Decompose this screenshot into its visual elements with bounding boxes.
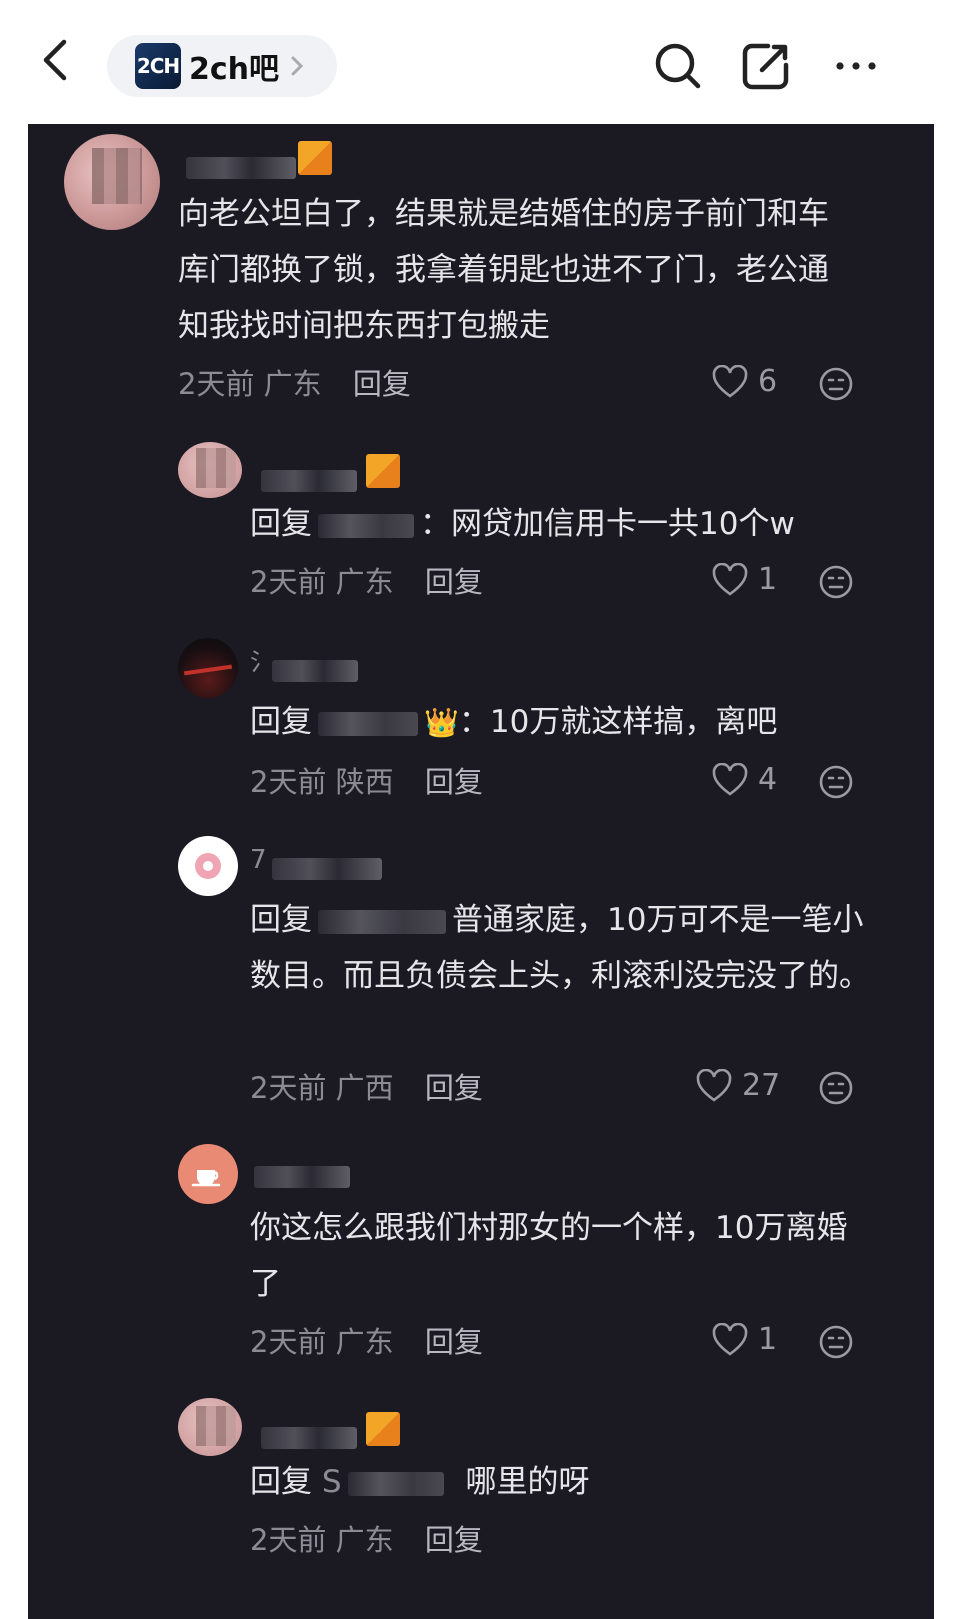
reply-target-blurred	[347, 1471, 444, 1496]
emoji-reaction-icon[interactable]	[818, 1324, 854, 1360]
reply-prefix: 回复	[250, 902, 312, 938]
coffee-cup-icon	[191, 1170, 221, 1187]
forum-name: 2ch吧	[189, 52, 280, 87]
username-blurred	[254, 1166, 350, 1188]
reply-target-initial: S	[321, 1464, 342, 1500]
reply-text: 回复 普通家庭，10万可不是一笔小数目。而且负债会上头，利滚利没完没了的。	[250, 892, 890, 1004]
more-icon[interactable]	[828, 38, 884, 94]
heart-icon	[712, 1322, 748, 1356]
like-count: 4	[758, 762, 778, 797]
reply-prefix: 回复	[250, 1464, 312, 1500]
heart-icon	[712, 562, 748, 596]
emoji-reaction-icon[interactable]	[818, 764, 854, 800]
reply-button[interactable]: 回复	[425, 1071, 483, 1105]
heart-icon	[696, 1068, 732, 1102]
forum-entry-button[interactable]: 2CH 2ch吧	[107, 35, 337, 97]
chevron-right-icon	[291, 56, 304, 76]
reply-button[interactable]: 回复	[425, 765, 483, 799]
level-badge	[298, 141, 332, 175]
crown-icon: 👑	[424, 706, 459, 739]
reply-body: ：网贷加信用卡一共10个w	[420, 506, 795, 542]
reply-text: 回复 👑：10万就这样搞，离吧	[250, 694, 890, 751]
avatar[interactable]	[178, 638, 238, 698]
comment-location: 广西	[335, 1071, 394, 1105]
username-initial: 氵	[250, 648, 274, 676]
top-bar: 2CH 2ch吧	[0, 0, 960, 124]
search-icon[interactable]	[650, 38, 706, 94]
like-button[interactable]: 4	[712, 762, 777, 797]
reply-body: ：10万就这样搞，离吧	[458, 704, 778, 740]
comment-meta: 2天前 陕西 回复	[250, 762, 483, 802]
like-count: 6	[758, 364, 778, 399]
comment-text: 向老公坦白了，结果就是结婚住的房子前门和车库门都换了锁，我拿着钥匙也进不了门，老…	[178, 196, 829, 344]
back-arrow-icon[interactable]	[30, 30, 82, 90]
emoji-reaction-icon[interactable]	[818, 564, 854, 600]
heart-icon	[712, 364, 748, 398]
username-initial: 7	[250, 845, 267, 875]
level-badge	[366, 454, 400, 488]
reply-text: 回复 S 哪里的呀	[250, 1454, 890, 1510]
reply-body: 哪里的呀	[465, 1464, 590, 1500]
avatar[interactable]	[178, 1398, 242, 1456]
level-badge	[366, 1412, 400, 1446]
comment-location: 广东	[335, 565, 394, 599]
like-button[interactable]: 1	[712, 1322, 777, 1357]
avatar[interactable]	[178, 1144, 238, 1204]
comment-time: 2天前	[250, 565, 327, 599]
emoji-reaction-icon[interactable]	[818, 366, 854, 402]
avatar[interactable]	[64, 134, 160, 230]
like-button[interactable]: 27	[696, 1068, 780, 1103]
reply-prefix: 回复	[250, 704, 312, 740]
like-button[interactable]: 1	[712, 562, 777, 597]
donut-icon	[195, 853, 221, 879]
comment-location: 广东	[335, 1325, 394, 1359]
like-count: 1	[758, 562, 778, 597]
comment-meta: 2天前 广东 回复	[250, 1520, 483, 1560]
avatar[interactable]	[178, 836, 238, 896]
reply-button[interactable]: 回复	[425, 565, 483, 599]
reply-prefix: 回复	[250, 506, 312, 542]
comment-text: 你这怎么跟我们村那女的一个样，10万离婚了	[250, 1210, 848, 1302]
comment-time: 2天前	[250, 1325, 327, 1359]
comment-location: 陕西	[335, 765, 394, 799]
username-blurred	[272, 858, 382, 880]
like-count: 27	[742, 1068, 781, 1103]
like-count: 1	[758, 1322, 778, 1357]
username-blurred	[261, 470, 357, 492]
comment-meta: 2天前 广东 回复	[178, 364, 411, 404]
reply-button[interactable]: 回复	[425, 1523, 483, 1557]
comment-meta: 2天前 广东 回复	[250, 562, 483, 602]
username-blurred	[261, 1427, 357, 1449]
like-button[interactable]: 6	[712, 364, 777, 399]
comment-time: 2天前	[250, 1523, 327, 1557]
reply-button[interactable]: 回复	[425, 1325, 483, 1359]
reply-button[interactable]: 回复	[353, 367, 411, 401]
comment-time: 2天前	[250, 1071, 327, 1105]
comment-location: 广东	[335, 1523, 394, 1557]
comment-location: 广东	[263, 367, 322, 401]
reply-target-blurred	[318, 909, 446, 934]
heart-icon	[712, 762, 748, 796]
comment-panel: 向老公坦白了，结果就是结婚住的房子前门和车库门都换了锁，我拿着钥匙也进不了门，老…	[28, 124, 934, 1619]
comment-meta: 2天前 广东 回复	[250, 1322, 483, 1362]
comment-time: 2天前	[178, 367, 255, 401]
username-blurred	[272, 660, 358, 682]
avatar[interactable]	[178, 442, 242, 498]
username-blurred	[186, 157, 296, 179]
comment-time: 2天前	[250, 765, 327, 799]
emoji-reaction-icon[interactable]	[818, 1070, 854, 1106]
share-icon[interactable]	[738, 38, 794, 94]
comment-meta: 2天前 广西 回复	[250, 1068, 483, 1108]
reply-target-blurred	[318, 513, 414, 538]
reply-text: 回复 ：网贷加信用卡一共10个w	[250, 496, 890, 552]
forum-logo: 2CH	[135, 43, 181, 89]
reply-target-blurred	[318, 711, 418, 736]
